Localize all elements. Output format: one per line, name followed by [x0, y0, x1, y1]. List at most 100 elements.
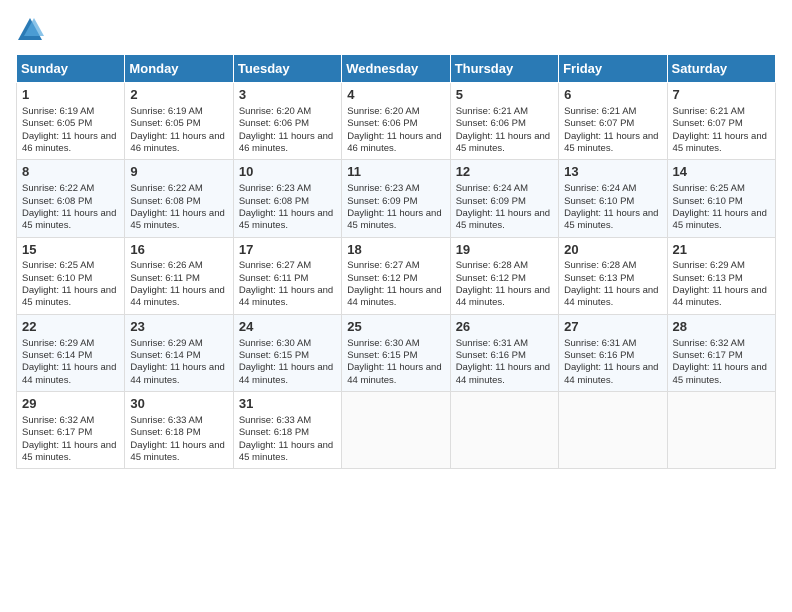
sunset-text: Sunset: 6:17 PM — [22, 427, 92, 438]
daylight-text: Daylight: 11 hours and 44 minutes. — [456, 362, 550, 385]
sunrise-text: Sunrise: 6:33 AM — [239, 415, 311, 426]
calendar-dow-saturday: Saturday — [667, 55, 775, 83]
sunset-text: Sunset: 6:16 PM — [564, 350, 634, 361]
calendar-week-row: 29 Sunrise: 6:32 AMSunset: 6:17 PM Dayligh… — [17, 392, 776, 469]
day-number: 7 — [673, 87, 770, 104]
sunrise-text: Sunrise: 6:21 AM — [564, 106, 636, 117]
day-number: 2 — [130, 87, 227, 104]
sunset-text: Sunset: 6:08 PM — [22, 196, 92, 207]
sunset-text: Sunset: 6:07 PM — [564, 118, 634, 129]
logo — [16, 16, 46, 44]
calendar-cell: 14Sunrise: 6:25 AMSunset: 6:10 PMDayligh… — [667, 160, 775, 237]
sunrise-text: Sunrise: 6:19 AM — [22, 106, 94, 117]
calendar-cell: 24Sunrise: 6:30 AMSunset: 6:15 PMDayligh… — [233, 314, 341, 391]
sunset-text: Sunset: 6:10 PM — [564, 196, 634, 207]
day-number: 13 — [564, 164, 661, 181]
sunset-text: Sunset: 6:06 PM — [239, 118, 309, 129]
day-number: 19 — [456, 242, 553, 259]
calendar-cell: 16Sunrise: 6:26 AMSunset: 6:11 PMDayligh… — [125, 237, 233, 314]
daylight-text: Daylight: 11 hours and 45 minutes. — [347, 208, 441, 231]
calendar-dow-tuesday: Tuesday — [233, 55, 341, 83]
sunset-text: Sunset: 6:18 PM — [130, 427, 200, 438]
day-number: 29 — [22, 396, 119, 413]
sunset-text: Sunset: 6:16 PM — [456, 350, 526, 361]
daylight-text: Daylight: 11 hours and 46 minutes. — [239, 131, 333, 154]
calendar-cell: 5Sunrise: 6:21 AMSunset: 6:06 PMDaylight… — [450, 83, 558, 160]
calendar-cell: 4Sunrise: 6:20 AMSunset: 6:06 PMDaylight… — [342, 83, 450, 160]
day-number: 4 — [347, 87, 444, 104]
calendar-cell: 17Sunrise: 6:27 AMSunset: 6:11 PMDayligh… — [233, 237, 341, 314]
calendar-cell: 10Sunrise: 6:23 AMSunset: 6:08 PMDayligh… — [233, 160, 341, 237]
calendar-dow-sunday: Sunday — [17, 55, 125, 83]
day-number: 18 — [347, 242, 444, 259]
calendar-cell: 1Sunrise: 6:19 AMSunset: 6:05 PMDaylight… — [17, 83, 125, 160]
day-number: 28 — [673, 319, 770, 336]
sunrise-text: Sunrise: 6:31 AM — [456, 338, 528, 349]
sunset-text: Sunset: 6:05 PM — [130, 118, 200, 129]
daylight-text: Daylight: 11 hours and 45 minutes. — [673, 131, 767, 154]
calendar-week-row: 15Sunrise: 6:25 AMSunset: 6:10 PMDayligh… — [17, 237, 776, 314]
sunset-text: Sunset: 6:10 PM — [673, 196, 743, 207]
calendar-dow-wednesday: Wednesday — [342, 55, 450, 83]
calendar-cell: 20Sunrise: 6:28 AMSunset: 6:13 PMDayligh… — [559, 237, 667, 314]
calendar-cell: 13Sunrise: 6:24 AMSunset: 6:10 PMDayligh… — [559, 160, 667, 237]
sunset-text: Sunset: 6:13 PM — [673, 273, 743, 284]
calendar-dow-friday: Friday — [559, 55, 667, 83]
calendar-cell: 21Sunrise: 6:29 AMSunset: 6:13 PMDayligh… — [667, 237, 775, 314]
daylight-text: Daylight: 11 hours and 45 minutes. — [22, 208, 116, 231]
sunset-text: Sunset: 6:10 PM — [22, 273, 92, 284]
calendar-cell: 7Sunrise: 6:21 AMSunset: 6:07 PMDaylight… — [667, 83, 775, 160]
sunrise-text: Sunrise: 6:30 AM — [347, 338, 419, 349]
sunrise-text: Sunrise: 6:24 AM — [456, 183, 528, 194]
day-number: 10 — [239, 164, 336, 181]
sunrise-text: Sunrise: 6:30 AM — [239, 338, 311, 349]
sunrise-text: Sunrise: 6:21 AM — [673, 106, 745, 117]
day-number: 20 — [564, 242, 661, 259]
sunrise-text: Sunrise: 6:32 AM — [22, 415, 94, 426]
sunrise-text: Sunrise: 6:29 AM — [130, 338, 202, 349]
daylight-text: Daylight: 11 hours and 45 minutes. — [130, 208, 224, 231]
daylight-text: Daylight: 11 hours and 45 minutes. — [239, 208, 333, 231]
daylight-text: Daylight: 11 hours and 44 minutes. — [239, 362, 333, 385]
calendar-cell: 22Sunrise: 6:29 AMSunset: 6:14 PMDayligh… — [17, 314, 125, 391]
sunset-text: Sunset: 6:14 PM — [22, 350, 92, 361]
daylight-text: Daylight: 11 hours and 45 minutes. — [22, 285, 116, 308]
day-number: 5 — [456, 87, 553, 104]
daylight-text: Daylight: 11 hours and 45 minutes. — [130, 440, 224, 463]
day-number: 30 — [130, 396, 227, 413]
daylight-text: Daylight: 11 hours and 44 minutes. — [347, 285, 441, 308]
sunrise-text: Sunrise: 6:24 AM — [564, 183, 636, 194]
sunset-text: Sunset: 6:09 PM — [456, 196, 526, 207]
calendar-cell: 28Sunrise: 6:32 AMSunset: 6:17 PMDayligh… — [667, 314, 775, 391]
sunset-text: Sunset: 6:11 PM — [130, 273, 200, 284]
sunrise-text: Sunrise: 6:23 AM — [239, 183, 311, 194]
calendar-week-row: 8Sunrise: 6:22 AMSunset: 6:08 PMDaylight… — [17, 160, 776, 237]
calendar-cell: 19Sunrise: 6:28 AMSunset: 6:12 PMDayligh… — [450, 237, 558, 314]
sunrise-text: Sunrise: 6:23 AM — [347, 183, 419, 194]
calendar-dow-monday: Monday — [125, 55, 233, 83]
calendar-cell — [559, 392, 667, 469]
daylight-text: Daylight: 11 hours and 44 minutes. — [22, 362, 116, 385]
calendar-cell: 12Sunrise: 6:24 AMSunset: 6:09 PMDayligh… — [450, 160, 558, 237]
day-number: 27 — [564, 319, 661, 336]
calendar-week-row: 22Sunrise: 6:29 AMSunset: 6:14 PMDayligh… — [17, 314, 776, 391]
daylight-text: Daylight: 11 hours and 46 minutes. — [347, 131, 441, 154]
calendar-cell: 30Sunrise: 6:33 AMSunset: 6:18 PMDayligh… — [125, 392, 233, 469]
calendar-cell: 25Sunrise: 6:30 AMSunset: 6:15 PMDayligh… — [342, 314, 450, 391]
calendar-cell: 31Sunrise: 6:33 AMSunset: 6:18 PMDayligh… — [233, 392, 341, 469]
daylight-text: Daylight: 11 hours and 45 minutes. — [456, 208, 550, 231]
calendar-cell: 3Sunrise: 6:20 AMSunset: 6:06 PMDaylight… — [233, 83, 341, 160]
sunset-text: Sunset: 6:15 PM — [239, 350, 309, 361]
daylight-text: Daylight: 11 hours and 45 minutes. — [456, 131, 550, 154]
calendar-table: SundayMondayTuesdayWednesdayThursdayFrid… — [16, 54, 776, 469]
sunrise-text: Sunrise: 6:27 AM — [239, 260, 311, 271]
logo-icon — [16, 16, 44, 44]
sunrise-text: Sunrise: 6:20 AM — [239, 106, 311, 117]
day-number: 6 — [564, 87, 661, 104]
sunrise-text: Sunrise: 6:22 AM — [130, 183, 202, 194]
sunrise-text: Sunrise: 6:29 AM — [673, 260, 745, 271]
sunset-text: Sunset: 6:09 PM — [347, 196, 417, 207]
calendar-dow-thursday: Thursday — [450, 55, 558, 83]
sunset-text: Sunset: 6:12 PM — [347, 273, 417, 284]
daylight-text: Daylight: 11 hours and 46 minutes. — [130, 131, 224, 154]
